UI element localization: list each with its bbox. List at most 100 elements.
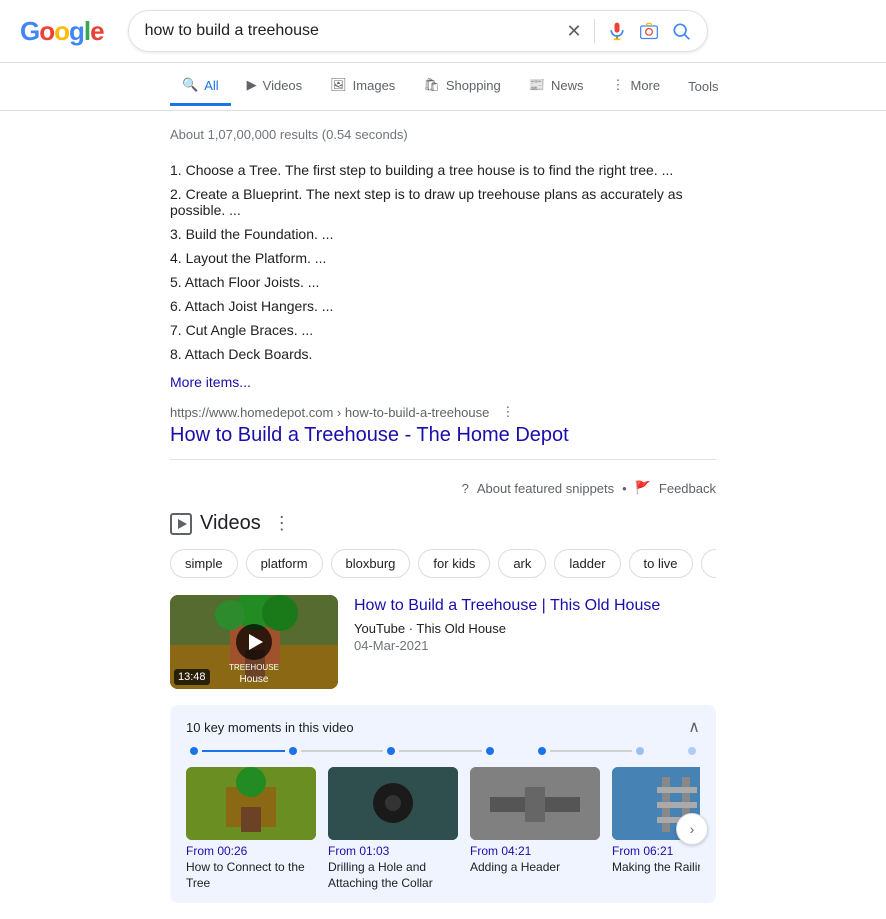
timeline-segment-2 (301, 750, 384, 752)
moment-cards: From 00:26 How to Connect to the Tree Fr… (186, 767, 700, 891)
list-item: 7. Cut Angle Braces. ... (170, 318, 716, 342)
chip-bloxburg[interactable]: bloxburg (331, 549, 411, 578)
nav-tabs: 🔍 All ▶ Videos 🖼 Images 🛍 Shopping 📰 New… (0, 63, 886, 111)
list-item: 4. Layout the Platform. ... (170, 246, 716, 270)
flag-icon: 🚩 (635, 480, 651, 496)
tab-shopping[interactable]: 🛍 Shopping (411, 67, 512, 106)
moment-time-1: From 00:26 (186, 844, 316, 858)
videos-tab-icon: ▶ (247, 77, 257, 93)
video-platform: YouTube (354, 621, 405, 636)
more-tab-icon: ⋮ (611, 77, 624, 93)
result-stats: About 1,07,00,000 results (0.54 seconds) (170, 127, 716, 142)
moment-time-3: From 04:21 (470, 844, 600, 858)
source-menu-icon[interactable]: ⋮ (501, 404, 514, 420)
timeline-dot-2 (289, 747, 297, 755)
moment-card-3[interactable]: From 04:21 Adding a Header (470, 767, 600, 891)
video-channel: This Old House (416, 621, 506, 636)
tab-news-label: News (551, 78, 584, 93)
list-item: 6. Attach Joist Hangers. ... (170, 294, 716, 318)
tab-more-label: More (630, 78, 660, 93)
moment-thumb-3 (470, 767, 600, 840)
tab-all-label: All (204, 78, 218, 93)
source-url-text: https://www.homedepot.com › how-to-build… (170, 405, 489, 420)
video-duration: 13:48 (174, 669, 210, 685)
video-section-icon (170, 513, 192, 535)
list-item: 2. Create a Blueprint. The next step is … (170, 182, 716, 222)
videos-menu-icon[interactable]: ⋮ (273, 513, 291, 534)
microphone-icon (607, 21, 627, 41)
moment-cards-container: From 00:26 How to Connect to the Tree Fr… (186, 767, 700, 891)
search-button[interactable] (671, 21, 691, 41)
tab-news[interactable]: 📰 News (517, 67, 596, 106)
tab-shopping-label: Shopping (446, 78, 501, 93)
video-result: House TREEHOUSE 13:48 How to Build a Tre… (170, 595, 716, 689)
moment-thumb-2 (328, 767, 458, 840)
main-content: About 1,07,00,000 results (0.54 seconds)… (0, 111, 886, 919)
source-url: https://www.homedepot.com › how-to-build… (170, 404, 716, 420)
tab-videos-label: Videos (263, 78, 303, 93)
tab-more[interactable]: ⋮ More (599, 67, 672, 106)
featured-snippet: 1. Choose a Tree. The first step to buil… (170, 158, 716, 496)
list-item: 3. Build the Foundation. ... (170, 222, 716, 246)
tab-images[interactable]: 🖼 Images (318, 67, 407, 106)
video-title-link[interactable]: How to Build a Treehouse | This Old Hous… (354, 595, 716, 617)
snippet-footer: ? About featured snippets • 🚩 Feedback (170, 472, 716, 496)
more-items-link[interactable]: More items... (170, 374, 251, 390)
timeline-segment-3 (399, 750, 482, 752)
key-moments-title: 10 key moments in this video (186, 720, 354, 735)
search-bar: ✕ (128, 10, 708, 52)
chip-platform[interactable]: platform (246, 549, 323, 578)
play-icon (178, 519, 187, 529)
moment-thumb-1 (186, 767, 316, 840)
tools-button[interactable]: Tools (676, 69, 730, 104)
result-title-link[interactable]: How to Build a Treehouse - The Home Depo… (170, 424, 569, 446)
video-info: How to Build a Treehouse | This Old Hous… (354, 595, 716, 689)
about-featured-snippets-link[interactable]: About featured snippets (477, 481, 614, 496)
timeline (186, 747, 700, 755)
header: Google ✕ (0, 0, 886, 63)
tab-videos[interactable]: ▶ Videos (235, 67, 315, 106)
divider (594, 19, 595, 43)
feedback-link[interactable]: Feedback (659, 481, 716, 496)
carousel-next-button[interactable]: › (676, 813, 708, 845)
chip-to-live[interactable]: to live (629, 549, 693, 578)
timeline-dot-7 (688, 747, 696, 755)
video-source: YouTube · This Old House (354, 621, 716, 636)
timeline-segment-4 (550, 750, 633, 752)
moment-thumb-image-3 (470, 767, 600, 840)
camera-icon (639, 21, 659, 41)
image-search-button[interactable] (639, 21, 659, 41)
moment-thumb-image-2 (328, 767, 458, 840)
news-tab-icon: 📰 (529, 77, 545, 93)
moment-thumb-image-1 (186, 767, 316, 840)
timeline-dot-4 (486, 747, 494, 755)
tab-all[interactable]: 🔍 All (170, 67, 231, 106)
separator: • (622, 481, 627, 496)
list-item: 5. Attach Floor Joists. ... (170, 270, 716, 294)
moment-card-1[interactable]: From 00:26 How to Connect to the Tree (186, 767, 316, 891)
chip-ark[interactable]: ark (498, 549, 546, 578)
question-icon: ? (462, 481, 469, 496)
chip-roof[interactable]: roof (701, 549, 717, 578)
moment-card-2[interactable]: From 01:03 Drilling a Hole and Attaching… (328, 767, 458, 891)
list-item: 8. Attach Deck Boards. (170, 342, 716, 366)
video-thumbnail[interactable]: House TREEHOUSE 13:48 (170, 595, 338, 689)
chip-ladder[interactable]: ladder (554, 549, 620, 578)
steps-list: 1. Choose a Tree. The first step to buil… (170, 158, 716, 366)
moment-label-4: Making the Railing (612, 860, 700, 876)
snippet-divider (170, 459, 716, 460)
chip-for-kids[interactable]: for kids (418, 549, 490, 578)
chip-simple[interactable]: simple (170, 549, 238, 578)
timeline-dot-1 (190, 747, 198, 755)
videos-section: Videos ⋮ simple platform bloxburg for ki… (170, 512, 716, 903)
google-logo[interactable]: Google (20, 16, 104, 47)
timeline-segment-1 (202, 750, 285, 752)
clear-button[interactable]: ✕ (567, 21, 582, 42)
play-button[interactable] (236, 624, 272, 660)
all-icon: 🔍 (182, 77, 198, 93)
voice-search-button[interactable] (607, 21, 627, 41)
list-item: 1. Choose a Tree. The first step to buil… (170, 158, 716, 182)
key-moments-toggle[interactable]: ∧ (688, 717, 700, 737)
search-input[interactable] (145, 22, 559, 40)
source-section: https://www.homedepot.com › how-to-build… (170, 404, 716, 447)
